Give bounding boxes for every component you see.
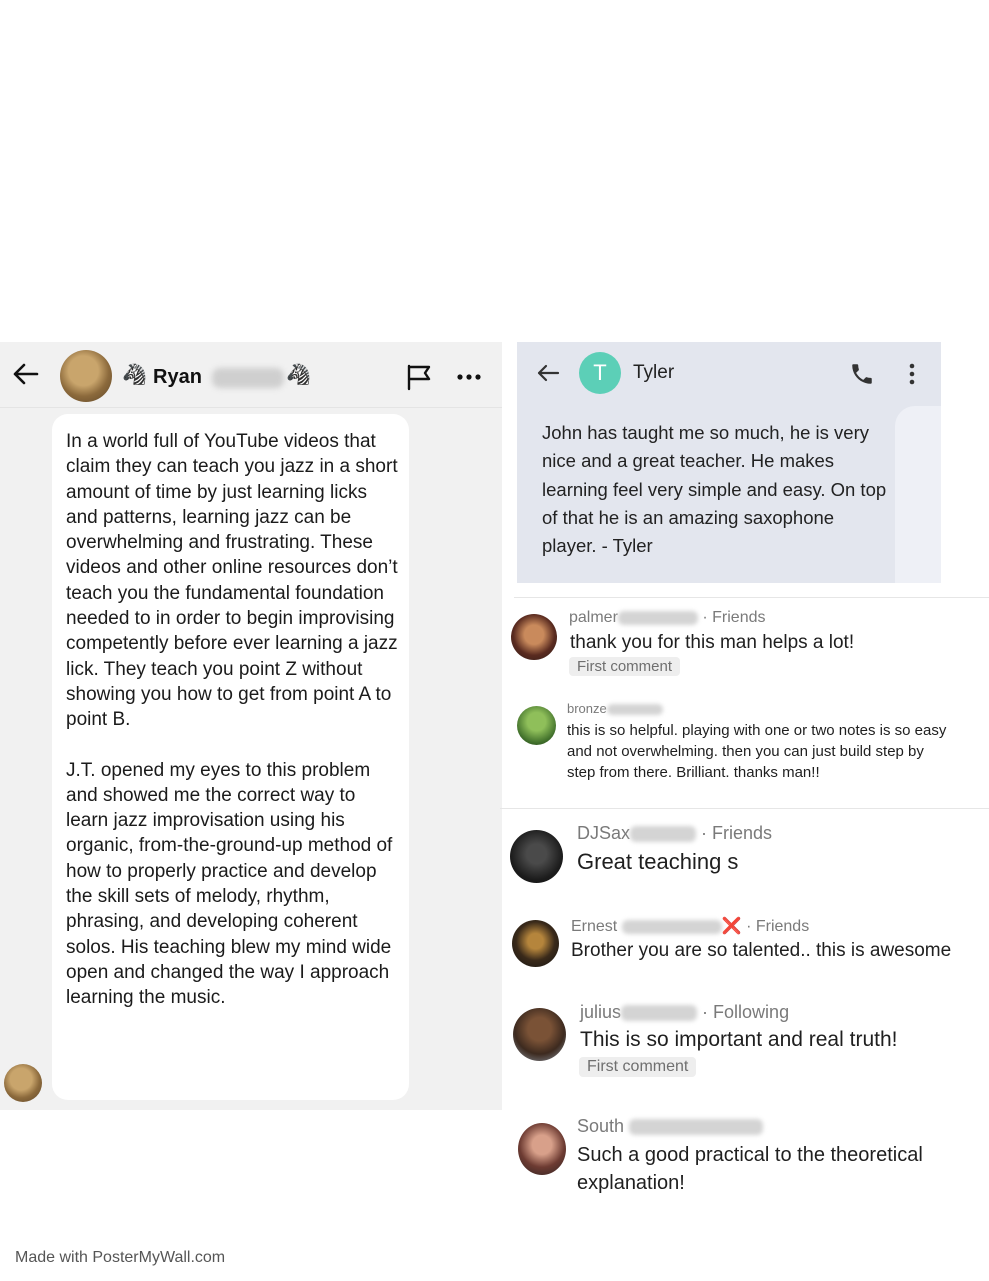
avatar[interactable]: [513, 1008, 566, 1061]
comment-text: Great teaching s: [577, 849, 739, 874]
message-paragraph: J.T. opened my eyes to this problem and …: [66, 759, 393, 1009]
relation-label: · Friends: [702, 609, 766, 626]
sender-avatar: [4, 1064, 42, 1102]
commenter-name[interactable]: palmer: [569, 609, 618, 626]
message-paragraph: In a world full of YouTube videos that c…: [66, 431, 398, 731]
redacted-name: [621, 1005, 698, 1022]
comment-text: thank you for this man helps a lot!: [570, 632, 855, 653]
redacted-name: [629, 1119, 764, 1136]
watermark-footer: Made with PosterMyWall.com: [15, 1249, 226, 1266]
comment-text: this is so helpful. playing with one or …: [567, 722, 947, 781]
contact-avatar[interactable]: T: [579, 352, 621, 394]
commenter-name[interactable]: bronze: [567, 701, 607, 716]
comment-text: Brother you are so talented.. this is aw…: [571, 940, 952, 961]
avatar[interactable]: [60, 350, 112, 402]
avatar[interactable]: [510, 830, 563, 883]
divider: [514, 597, 989, 598]
avatar[interactable]: [517, 706, 556, 745]
sms-panel: T Tyler John has taught me so much, he i…: [517, 342, 941, 583]
message-bubble[interactable]: In a world full of YouTube videos that c…: [52, 414, 409, 1100]
comment-text: This is so important and real truth!: [580, 1028, 898, 1051]
messenger-chat-panel: 🦓 Ryan 🦓 In a world full of YouTube vide…: [0, 342, 502, 1110]
comment-meta: DJSax · Friends: [577, 823, 772, 844]
divider: [500, 808, 989, 809]
back-arrow-icon[interactable]: [535, 360, 561, 386]
more-options-icon[interactable]: [454, 362, 484, 392]
commenter-name[interactable]: julius: [580, 1002, 621, 1022]
zebra-emoji-icon: 🦓: [122, 364, 147, 386]
relation-label: · Following: [702, 1002, 790, 1022]
message-text: In a world full of YouTube videos that c…: [66, 429, 402, 1011]
comment-text: Such a good practical to the theoretical…: [577, 1144, 923, 1194]
commenter-name[interactable]: Ernest: [571, 918, 617, 935]
commenter-name[interactable]: South: [577, 1116, 624, 1136]
relation-label: · Friends: [746, 918, 810, 935]
zebra-emoji-icon: 🦓: [286, 364, 311, 386]
flag-icon[interactable]: [404, 362, 434, 392]
redacted-name: [606, 704, 663, 716]
back-arrow-icon[interactable]: [10, 359, 40, 389]
phone-icon[interactable]: [849, 361, 875, 387]
avatar[interactable]: [512, 920, 559, 967]
commenter-name[interactable]: DJSax: [577, 823, 630, 843]
sms-message[interactable]: John has taught me so much, he is very n…: [542, 419, 887, 560]
next-bubble-edge: [895, 406, 941, 583]
comment-meta: julius · Following: [580, 1002, 789, 1023]
avatar[interactable]: [511, 614, 557, 660]
red-x-icon: ❌: [721, 918, 742, 935]
redacted-name: [617, 610, 698, 625]
avatar[interactable]: [518, 1123, 566, 1175]
first-comment-badge: First comment: [579, 1057, 697, 1077]
redacted-name: [630, 826, 697, 843]
comment-meta: palmer · Friends: [569, 609, 765, 627]
relation-label: · Friends: [701, 823, 773, 843]
contact-name[interactable]: Tyler: [633, 362, 674, 384]
comment-meta: Ernest ❌ · Friends: [571, 916, 809, 936]
first-comment-badge: First comment: [569, 657, 681, 676]
chat-header: 🦓 Ryan 🦓: [0, 342, 502, 408]
contact-name[interactable]: Ryan: [153, 366, 202, 389]
comment-meta: South: [577, 1116, 764, 1137]
more-vert-icon[interactable]: [901, 361, 923, 387]
comment-meta: bronze: [567, 701, 663, 716]
redacted-name: [621, 919, 722, 934]
redacted-surname: [212, 368, 284, 388]
